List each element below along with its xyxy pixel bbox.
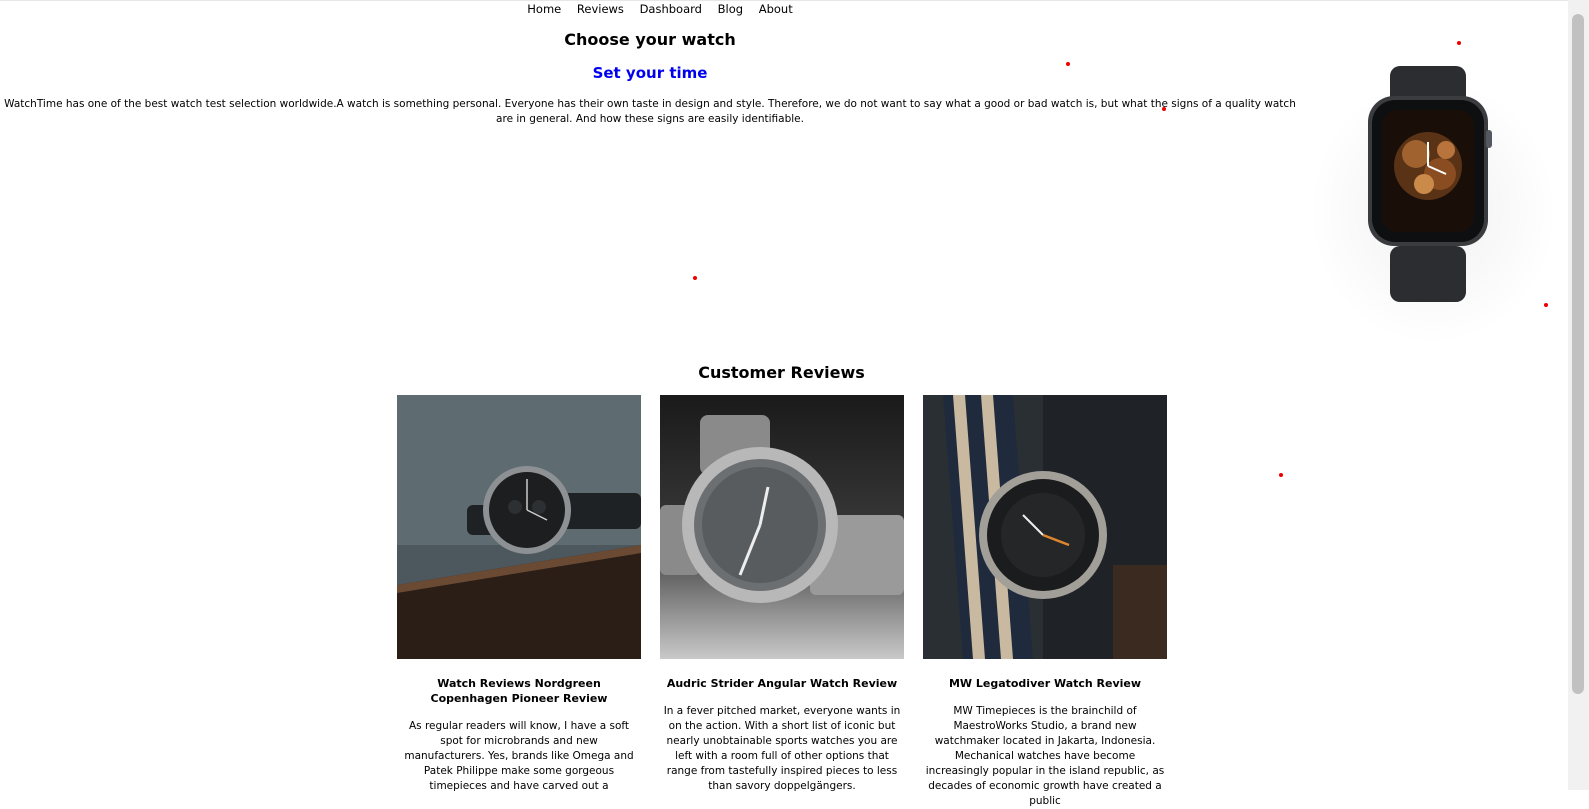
review-excerpt: MW Timepieces is the brainchild of Maest…	[925, 705, 1165, 807]
review-image-mw-legatodiver[interactable]	[923, 395, 1167, 659]
red-dot	[1457, 41, 1461, 45]
red-dot	[1544, 303, 1548, 307]
smartwatch-illustration	[1368, 66, 1492, 302]
reviews-heading: Customer Reviews	[698, 363, 865, 382]
review-excerpt: In a fever pitched market, everyone want…	[663, 705, 901, 792]
review-image-nordgreen[interactable]	[397, 395, 641, 659]
page-scrollbar[interactable]	[1568, 0, 1589, 790]
red-dot	[693, 276, 697, 280]
review-title[interactable]: Audric Strider Angular Watch Review	[660, 676, 904, 691]
red-dot	[1066, 62, 1070, 66]
hero-title: Choose your watch	[564, 30, 736, 49]
review-title[interactable]: Watch Reviews Nordgreen Copenhagen Pione…	[397, 676, 641, 706]
nav-link-home[interactable]: Home	[527, 2, 561, 16]
review-excerpt: As regular readers will know, I have a s…	[404, 720, 634, 792]
hero-subtitle: Set your time	[592, 64, 708, 82]
red-dot	[1162, 107, 1166, 111]
nav-link-reviews[interactable]: Reviews	[577, 2, 624, 16]
nav-link-dashboard[interactable]: Dashboard	[640, 2, 702, 16]
scrollbar-thumb[interactable]	[1572, 14, 1584, 694]
red-dot	[1279, 473, 1283, 477]
review-card: MW Legatodiver Watch Review MW Timepiece…	[923, 395, 1167, 809]
review-card: Watch Reviews Nordgreen Copenhagen Pione…	[397, 395, 641, 794]
nav-link-blog[interactable]: Blog	[718, 2, 743, 16]
review-title[interactable]: MW Legatodiver Watch Review	[923, 676, 1167, 691]
review-image-audric[interactable]	[660, 395, 904, 659]
top-border	[0, 0, 1589, 1]
main-nav: Home Reviews Dashboard Blog About	[0, 2, 1320, 16]
nav-link-about: About	[758, 2, 793, 16]
hero-smartwatch-image	[1298, 46, 1568, 346]
review-card: Audric Strider Angular Watch Review In a…	[660, 395, 904, 794]
hero-description: WatchTime has one of the best watch test…	[4, 98, 1296, 125]
